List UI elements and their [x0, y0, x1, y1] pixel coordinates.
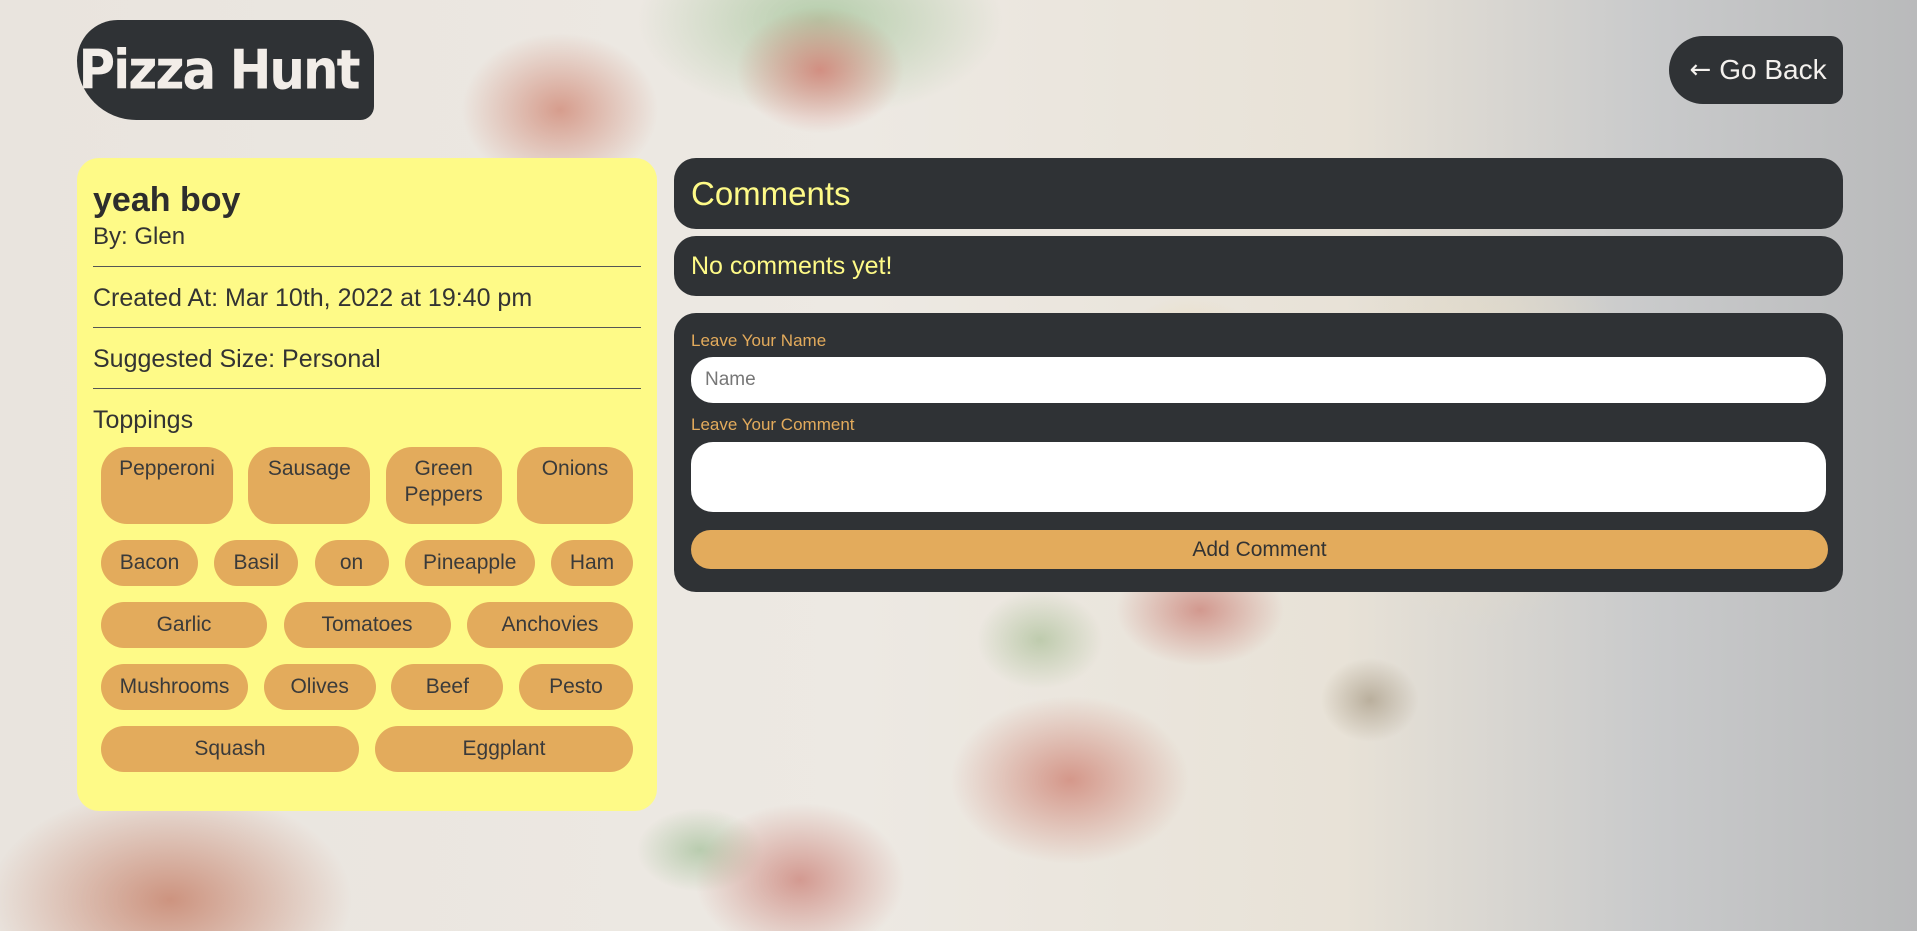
topping-chip: Bacon — [101, 540, 198, 586]
topping-chip: Anchovies — [467, 602, 633, 648]
no-comments-message: No comments yet! — [674, 236, 1843, 296]
site-logo[interactable]: Pizza Hunt — [77, 20, 374, 120]
topping-chip: Basil — [214, 540, 299, 586]
divider — [93, 266, 641, 267]
toppings-heading: Toppings — [93, 406, 194, 434]
pizza-created-at: Created At: Mar 10th, 2022 at 19:40 pm — [93, 284, 533, 312]
divider — [93, 327, 641, 328]
topping-chip: Mushrooms — [101, 664, 248, 710]
topping-chip: Ham — [551, 540, 633, 586]
name-field-label: Leave Your Name — [691, 331, 827, 350]
topping-chip: Olives — [263, 664, 376, 710]
topping-chip: on — [314, 540, 389, 586]
comments-heading: Comments — [674, 158, 1843, 229]
topping-chip: Pepperoni — [101, 447, 233, 524]
add-comment-button[interactable]: Add Comment — [691, 530, 1828, 569]
topping-chip: Sausage — [248, 447, 371, 524]
name-input[interactable] — [691, 357, 1826, 403]
topping-chip: Squash — [101, 726, 359, 772]
pizza-detail-card: yeah boy By: Glen Created At: Mar 10th, … — [77, 158, 657, 811]
topping-chip: Pesto — [518, 664, 633, 710]
divider — [93, 388, 641, 389]
topping-chip: Tomatoes — [283, 602, 451, 648]
comment-field-label: Leave Your Comment — [691, 415, 855, 434]
comment-form: Leave Your Name Leave Your Comment Add C… — [674, 313, 1843, 592]
left-arrow-icon: ← — [1689, 55, 1712, 85]
comment-textarea[interactable] — [691, 442, 1826, 512]
topping-chip: Beef — [391, 664, 504, 710]
topping-chip: Green Peppers — [385, 447, 502, 524]
toppings-list: Pepperoni Sausage Green Peppers Onions B… — [93, 447, 641, 772]
pizza-suggested-size: Suggested Size: Personal — [93, 345, 381, 373]
topping-chip: Eggplant — [375, 726, 633, 772]
pizza-name: yeah boy — [93, 181, 241, 219]
topping-chip: Garlic — [101, 602, 267, 648]
go-back-button[interactable]: ← Go Back — [1669, 36, 1843, 104]
topping-chip: Onions — [516, 447, 633, 524]
pizza-author: By: Glen — [93, 223, 186, 250]
go-back-label: Go Back — [1719, 54, 1827, 85]
logo-text: Pizza Hunt — [78, 38, 360, 102]
topping-chip: Pineapple — [404, 540, 535, 586]
